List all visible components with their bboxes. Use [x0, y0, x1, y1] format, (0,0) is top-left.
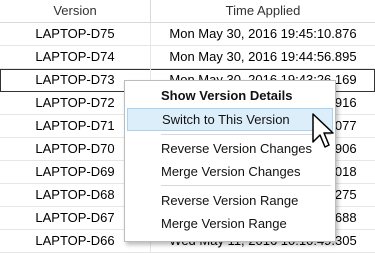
- menu-separator: [161, 134, 331, 135]
- version-cell: LAPTOP-D74: [35, 49, 115, 64]
- column-header-version[interactable]: Version: [0, 0, 150, 22]
- table-row[interactable]: LAPTOP-D74 Mon May 30, 2016 19:44:56.895: [0, 46, 375, 69]
- column-header-time-applied[interactable]: Time Applied: [150, 0, 375, 22]
- version-cell: LAPTOP-D75: [35, 26, 115, 41]
- table-row[interactable]: LAPTOP-D75 Mon May 30, 2016 19:45:10.876: [0, 23, 375, 46]
- menu-item-switch-to-this-version[interactable]: Switch to This Version: [127, 108, 333, 131]
- time-applied-cell: Mon May 30, 2016 19:44:56.895: [150, 46, 375, 68]
- menu-item-merge-version-changes[interactable]: Merge Version Changes: [127, 160, 333, 183]
- menu-item-merge-version-range[interactable]: Merge Version Range: [127, 212, 333, 235]
- menu-item-reverse-version-range[interactable]: Reverse Version Range: [127, 189, 333, 212]
- menu-item-show-version-details[interactable]: Show Version Details: [127, 84, 333, 107]
- time-applied-cell: Mon May 30, 2016 19:45:10.876: [150, 23, 375, 45]
- menu-separator: [161, 185, 331, 186]
- grid-header: Version Time Applied: [0, 0, 375, 23]
- arrow-cursor-icon: [312, 113, 334, 148]
- menu-item-reverse-version-changes[interactable]: Reverse Version Changes: [127, 137, 333, 160]
- context-menu: Show Version Details Switch to This Vers…: [124, 80, 336, 242]
